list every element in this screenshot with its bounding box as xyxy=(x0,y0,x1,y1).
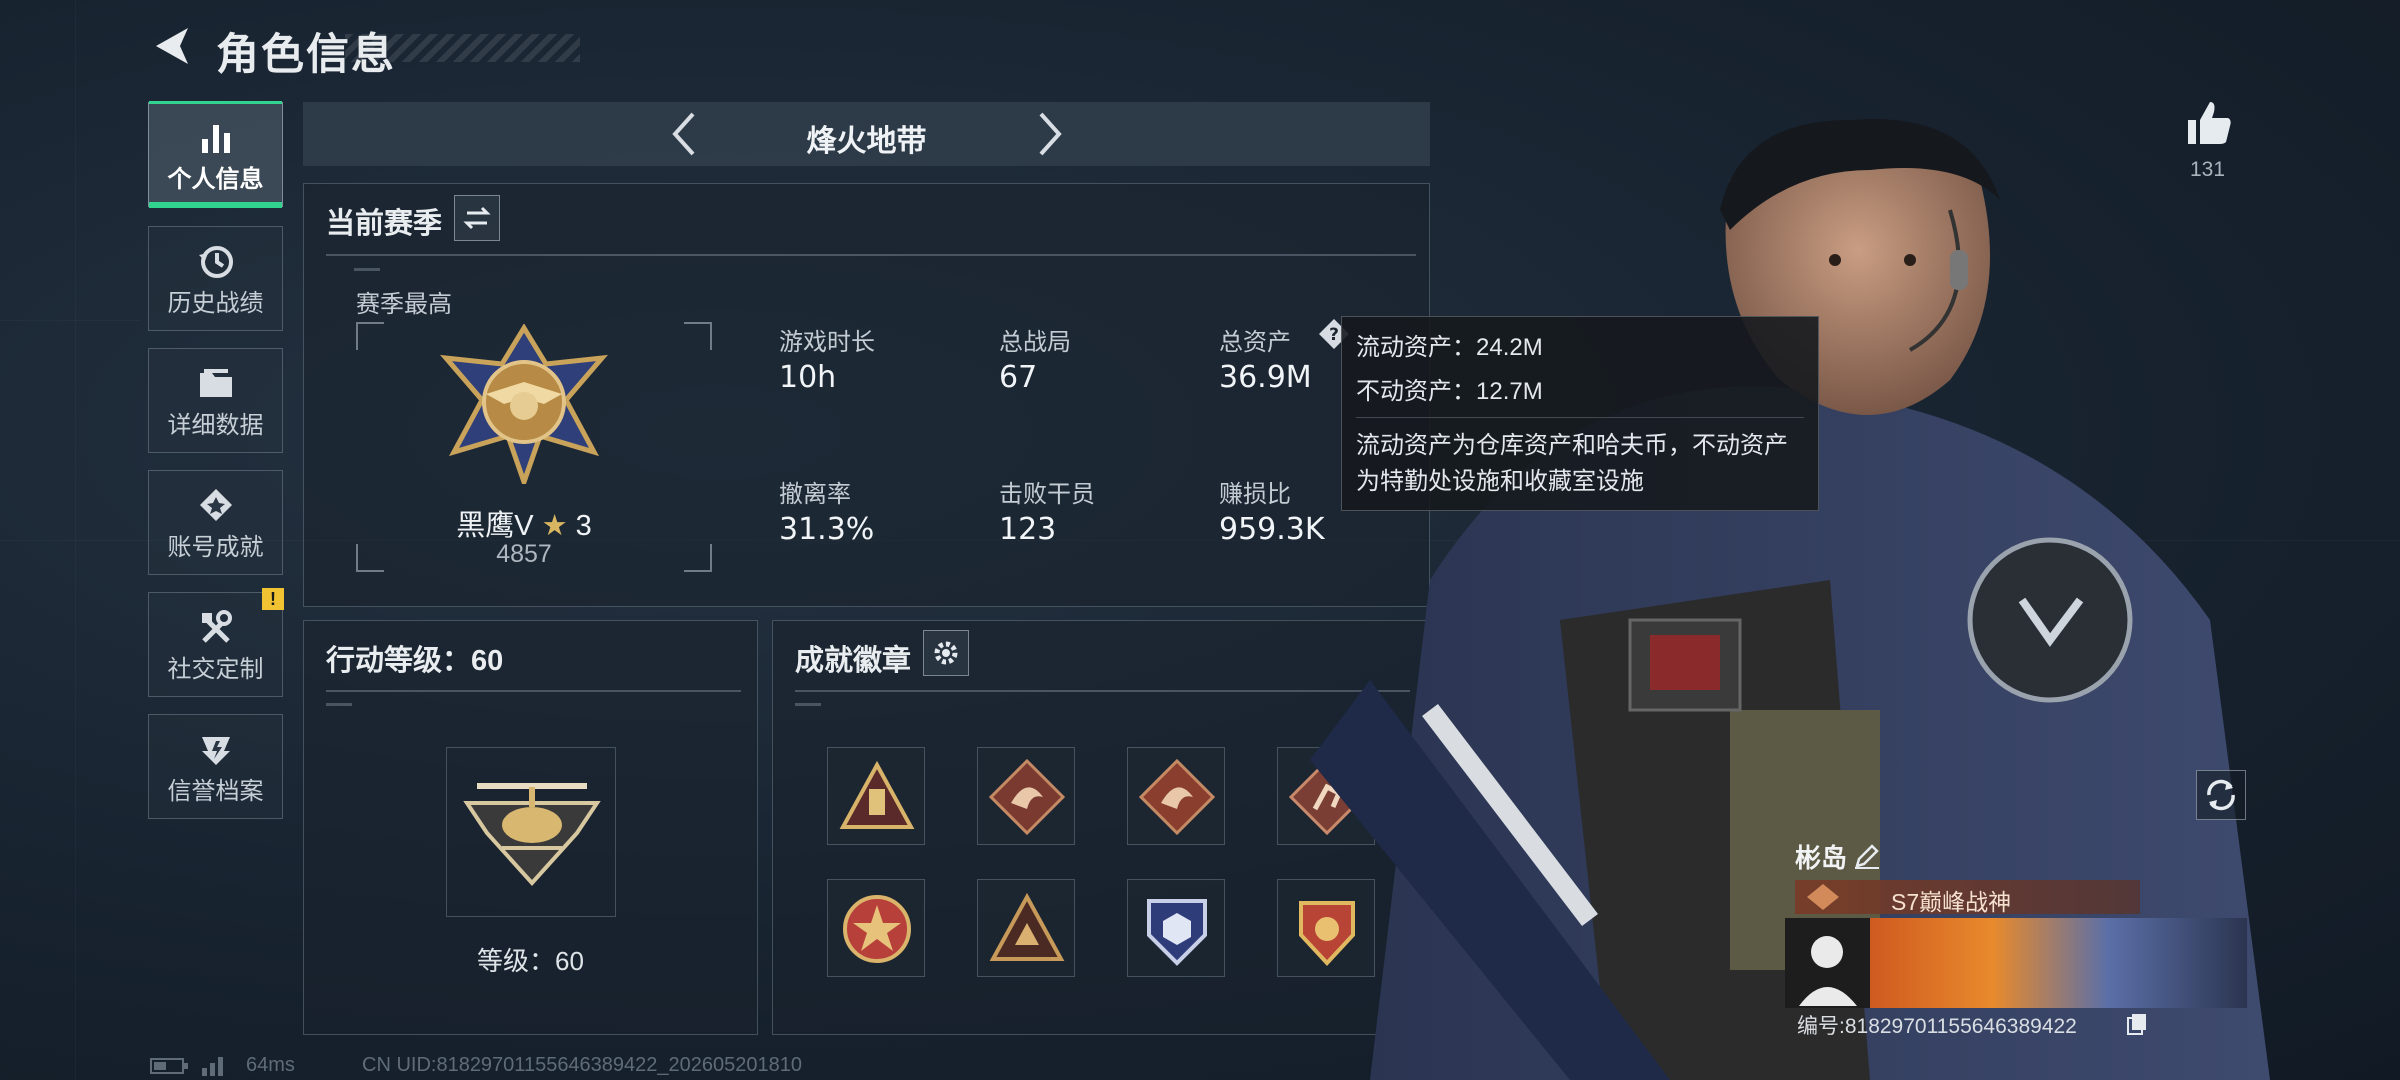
nav-item-history[interactable]: 历史战绩 xyxy=(148,226,283,331)
stat-value-extract-rate: 31.3% xyxy=(779,512,875,547)
nav-item-credit-record[interactable]: 信誉档案 xyxy=(148,714,283,819)
mode-selector: 烽火地带 xyxy=(303,102,1430,166)
badge-item[interactable] xyxy=(827,747,925,845)
nav-label: 历史战绩 xyxy=(167,290,264,317)
triangle-badge-icon xyxy=(839,760,915,829)
nav-label: 详细数据 xyxy=(167,412,264,439)
title-emblem-icon xyxy=(1807,884,1839,910)
thumbs-up-icon[interactable] xyxy=(2184,98,2234,148)
star-medal-badge-icon xyxy=(843,895,911,963)
ping-text: 64ms xyxy=(246,1054,295,1076)
tools-icon xyxy=(201,610,232,643)
level-text: 等级：60 xyxy=(477,946,584,976)
badge-item[interactable] xyxy=(1127,879,1225,977)
back-arrow-icon[interactable] xyxy=(148,22,196,70)
bar-chart-icon xyxy=(201,125,230,153)
stat-value-play-time: 10h xyxy=(779,360,837,395)
dragon-badge-icon xyxy=(988,758,1066,836)
uid-text: CN UID:818297011556463894​22_20260520181… xyxy=(362,1054,803,1076)
badge-item[interactable] xyxy=(1127,747,1225,845)
badge-item[interactable] xyxy=(827,879,925,977)
battery-icon xyxy=(150,1058,188,1074)
profile-banner xyxy=(1785,918,2247,1008)
title-badge-text: S7巅峰战神 xyxy=(1891,889,2012,915)
helicopter-emblem-icon xyxy=(463,783,601,886)
rank-points: 4857 xyxy=(496,540,552,568)
rank-emblem-icon xyxy=(440,324,608,484)
dragon-badge-icon xyxy=(1138,758,1216,836)
history-clock-icon xyxy=(198,246,233,278)
stat-label-total-assets: 总资产 xyxy=(1219,329,1291,356)
refresh-icon xyxy=(2207,779,2235,811)
tooltip-description-1: 流动资产为仓库资产和哈夫币，不动资产 xyxy=(1356,432,1788,459)
rank-line: 黑鹰V ★ 3 xyxy=(404,502,644,544)
stat-label-profit-ratio: 赚损比 xyxy=(1219,481,1291,508)
nav-item-detailed-data[interactable]: 详细数据 xyxy=(148,348,283,453)
badge-settings-button[interactable] xyxy=(923,630,969,676)
tooltip-fixed-assets: 不动资产：12.7M xyxy=(1356,378,1543,405)
nav-item-personal-info[interactable]: 个人信息 xyxy=(148,101,283,208)
rank-name: 黑鹰V xyxy=(456,510,534,542)
rotate-view-button[interactable] xyxy=(2196,770,2246,820)
stat-value-total-matches: 67 xyxy=(999,360,1038,395)
avatar xyxy=(1785,918,1870,1008)
signal-icon xyxy=(202,1057,223,1076)
nav-item-achievements[interactable]: 账号成就 xyxy=(148,470,283,575)
next-mode-arrow-icon[interactable] xyxy=(1025,110,1073,158)
star-icon: ★ xyxy=(541,510,568,542)
credit-shield-icon xyxy=(201,737,230,765)
achievement-icon xyxy=(199,489,232,521)
tooltip-description-2: 为特勤处设施和收藏室设施 xyxy=(1356,468,1644,495)
title-badge: S7巅峰战神 xyxy=(1795,880,2140,915)
stat-label-kills: 击败干员 xyxy=(999,481,1095,508)
switch-season-button[interactable] xyxy=(454,195,500,241)
warning-badge: ! xyxy=(262,588,284,610)
like-count: 131 xyxy=(2189,158,2226,181)
mode-title: 烽火地带 xyxy=(806,125,927,158)
triangle-badge-icon xyxy=(989,892,1065,961)
badges-title: 成就徽章 xyxy=(795,645,912,677)
edit-pencil-icon[interactable] xyxy=(1853,842,1881,870)
gear-icon xyxy=(934,641,958,665)
season-best-label: 赛季最高 xyxy=(356,291,452,318)
stat-label-play-time: 游戏时长 xyxy=(779,329,875,356)
stat-value-total-assets: 36.9M xyxy=(1219,360,1312,395)
swap-icon xyxy=(463,206,491,230)
player-id: 编号:8182970115564638942​2 xyxy=(1797,1015,2077,1038)
folder-icon xyxy=(199,369,232,397)
nav-label: 个人信息 xyxy=(167,166,264,193)
action-level-title: 行动等级：60 xyxy=(326,645,504,677)
dice-shield-badge-icon xyxy=(1147,899,1207,966)
stat-value-profit-ratio: 959.3K xyxy=(1219,512,1325,547)
rank-stars: 3 xyxy=(575,510,592,542)
season-panel: 当前赛季 赛季最高 黑鹰V ★ 3 4857 游戏时长 10h 总战局 67 总… xyxy=(303,183,1430,607)
nav-label: 信誉档案 xyxy=(167,778,264,805)
page-title: 角色信息 xyxy=(216,31,396,79)
asset-tooltip: 流动资产：24.2M 不动资产：12.7M 流动资产为仓库资产和哈夫币，不动资产… xyxy=(1341,316,1819,511)
stat-value-kills: 123 xyxy=(999,512,1057,547)
copy-icon[interactable] xyxy=(2125,1012,2149,1036)
stat-label-extract-rate: 撤离率 xyxy=(779,481,851,508)
action-level-panel: 行动等级：60 等级：60 xyxy=(303,620,758,1035)
level-emblem-frame xyxy=(446,747,616,917)
season-title: 当前赛季 xyxy=(326,208,443,240)
profile-card: 彬岛 S7巅峰战神 编号:8182970115564638942​2 xyxy=(1785,838,2247,1056)
badge-item[interactable] xyxy=(977,747,1075,845)
nav-label: 账号成就 xyxy=(167,534,264,561)
nav-label: 社交定制 xyxy=(167,656,264,683)
tooltip-liquid-assets: 流动资产：24.2M xyxy=(1356,334,1543,361)
badge-item[interactable] xyxy=(977,879,1075,977)
stat-label-total-matches: 总战局 xyxy=(999,329,1071,356)
player-name: 彬岛 xyxy=(1795,843,1848,873)
